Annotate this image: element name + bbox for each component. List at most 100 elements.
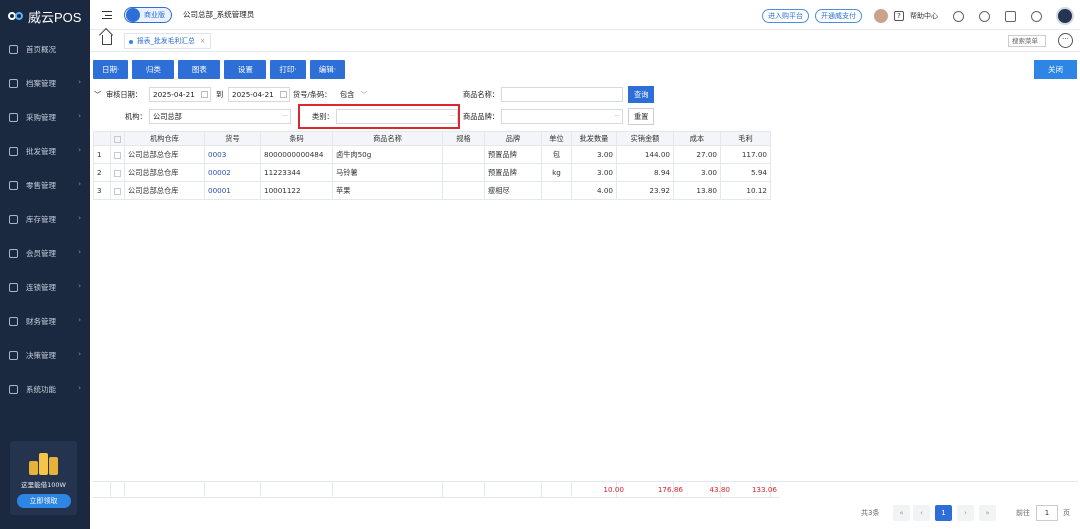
purchase-platform-button[interactable]: 进入购平台 [762,9,809,23]
table-row[interactable]: 3 公司总部总仓库 00001 10001122 苹果 瘦相尽 4.00 23.… [93,181,771,200]
org-picker-icon[interactable]: ··· [282,110,288,123]
power-icon[interactable] [1031,10,1042,22]
sidebar-item-decision[interactable]: 决策管理 › [0,338,90,372]
checkbox[interactable] [114,169,121,177]
first-page-button[interactable]: « [893,505,910,521]
sidebar-item-purchase[interactable]: 采购管理 › [0,100,90,134]
tab-wholesale-profit-report[interactable]: 报表_批发毛利汇总 × [124,33,212,49]
calendar-icon[interactable] [201,91,208,98]
col-product-name[interactable]: 商品名称 [332,131,443,146]
chevron-right-icon: › [78,78,81,86]
menu-search-input[interactable]: 搜索菜单 [1008,35,1046,47]
select-all-checkbox[interactable] [110,131,125,146]
last-page-button[interactable]: » [979,505,996,521]
date-from-field[interactable]: 2025-04-21 [149,87,211,102]
table-row[interactable]: 2 公司总部总仓库 00002 11223344 马铃薯 预置品牌 kg 3.0… [93,163,771,182]
chevron-right-icon: › [78,350,81,358]
goto-label: 前往 [1016,509,1030,517]
sidebar-item-chain[interactable]: 连锁管理 › [0,270,90,304]
sidebar-item-wholesale[interactable]: 批发管理 › [0,134,90,168]
col-cost[interactable]: 成本 [673,131,721,146]
help-icon[interactable]: ? [894,11,904,21]
home-icon[interactable] [102,35,112,45]
date-to-field[interactable]: 2025-04-21 [228,87,290,102]
col-barcode[interactable]: 条码 [260,131,333,146]
edition-label: 商业版 [144,10,165,19]
checkbox[interactable] [114,135,121,143]
brand-picker-icon[interactable]: ··· [614,110,620,123]
sidebar-item-member[interactable]: 会员管理 › [0,236,90,270]
menu-collapse-icon[interactable] [102,10,112,19]
col-warehouse[interactable]: 机构仓库 [124,131,205,146]
cell-code[interactable]: 0003 [204,145,261,164]
sidebar-item-finance[interactable]: 财务管理 › [0,304,90,338]
row-checkbox[interactable] [110,145,125,164]
product-name-input[interactable] [501,87,623,102]
cell-product-name: 卤牛肉50g [332,145,443,164]
edition-badge[interactable]: 商业版 [124,6,172,23]
col-spec[interactable]: 规格 [442,131,485,146]
col-profit[interactable]: 毛利 [720,131,771,146]
filter-collapse-icon[interactable]: ﹀ [94,90,101,100]
edit-button[interactable]: 编辑· [309,60,346,79]
promo-title: 这里能借100W [21,481,66,489]
close-button[interactable]: 关闭 [1034,60,1077,79]
brand-field[interactable]: ··· [501,109,623,124]
prev-page-button[interactable]: ‹ [913,505,930,521]
cell-code[interactable]: 00001 [204,181,261,200]
cell-code[interactable]: 00002 [204,163,261,182]
col-code[interactable]: 货号 [204,131,261,146]
logo[interactable]: 威云POS [0,0,90,32]
col-qty[interactable]: 批发数量 [571,131,617,146]
cell-qty: 4.00 [571,181,617,200]
total-amount: 176.86 [657,485,683,494]
info-icon[interactable] [953,10,964,22]
open-pay-button[interactable]: 开通威支付 [815,9,862,23]
cell-amount: 144.00 [616,145,674,164]
chart-button[interactable]: 图表 [178,60,221,79]
group-button[interactable]: 归类 [132,60,175,79]
cell-barcode: 10001122 [260,181,333,200]
cell-amount: 23.92 [616,181,674,200]
next-page-button[interactable]: › [957,505,974,521]
org-field[interactable]: 公司总部 ··· [149,109,291,124]
sidebar-item-inventory[interactable]: 库存管理 › [0,202,90,236]
more-icon[interactable]: ··· [1058,33,1073,48]
settings-button[interactable]: 设置 [224,60,267,79]
help-center-link[interactable]: 帮助中心 [910,11,938,21]
sidebar-item-retail[interactable]: 零售管理 › [0,168,90,202]
calendar-icon[interactable] [280,91,287,98]
goto-page-input[interactable]: 1 [1036,505,1058,521]
org-user-label: 公司总部_系统管理员 [183,10,255,19]
sidebar-item-home[interactable]: 首页概况› [0,32,90,66]
lock-icon[interactable] [1005,10,1016,22]
cell-barcode: 8000000000484 [260,145,333,164]
query-button[interactable]: 查询 [628,86,655,103]
col-amount[interactable]: 实销金额 [616,131,674,146]
promo-claim-button[interactable]: 立即领取 [16,494,71,508]
code-mode-select[interactable]: 包含 ﹀ [336,87,458,102]
avatar[interactable] [874,9,888,23]
close-icon[interactable]: × [200,37,206,45]
page-1-button[interactable]: 1 [935,505,952,521]
code-label: 货号/条码： [293,90,332,99]
reset-button[interactable]: 重置 [628,108,655,125]
row-checkbox[interactable] [110,163,125,182]
app-window: 威云POS 首页概况› 档案管理› 采购管理› 批发管理› 零售管理› 库存管理… [0,0,1080,529]
sidebar-item-label: 零售管理 [26,180,56,190]
date-button[interactable]: 日期· [93,60,129,79]
store-icon [9,180,18,190]
sidebar-item-label: 首页概况 [26,44,56,54]
row-checkbox[interactable] [110,181,125,200]
chevron-right-icon: › [78,112,81,120]
col-brand[interactable]: 品牌 [484,131,542,146]
checkbox[interactable] [114,151,121,159]
col-unit[interactable]: 单位 [541,131,572,146]
user-avatar[interactable] [1056,7,1074,25]
bell-icon[interactable] [979,10,990,22]
table-row[interactable]: 1 公司总部总仓库 0003 8000000000484 卤牛肉50g 预置品牌… [93,145,771,164]
sidebar-item-system[interactable]: 系统功能 › [0,372,90,406]
print-button[interactable]: 打印· [270,60,306,79]
sidebar-item-archive[interactable]: 档案管理 › [0,66,90,100]
checkbox[interactable] [114,187,121,195]
